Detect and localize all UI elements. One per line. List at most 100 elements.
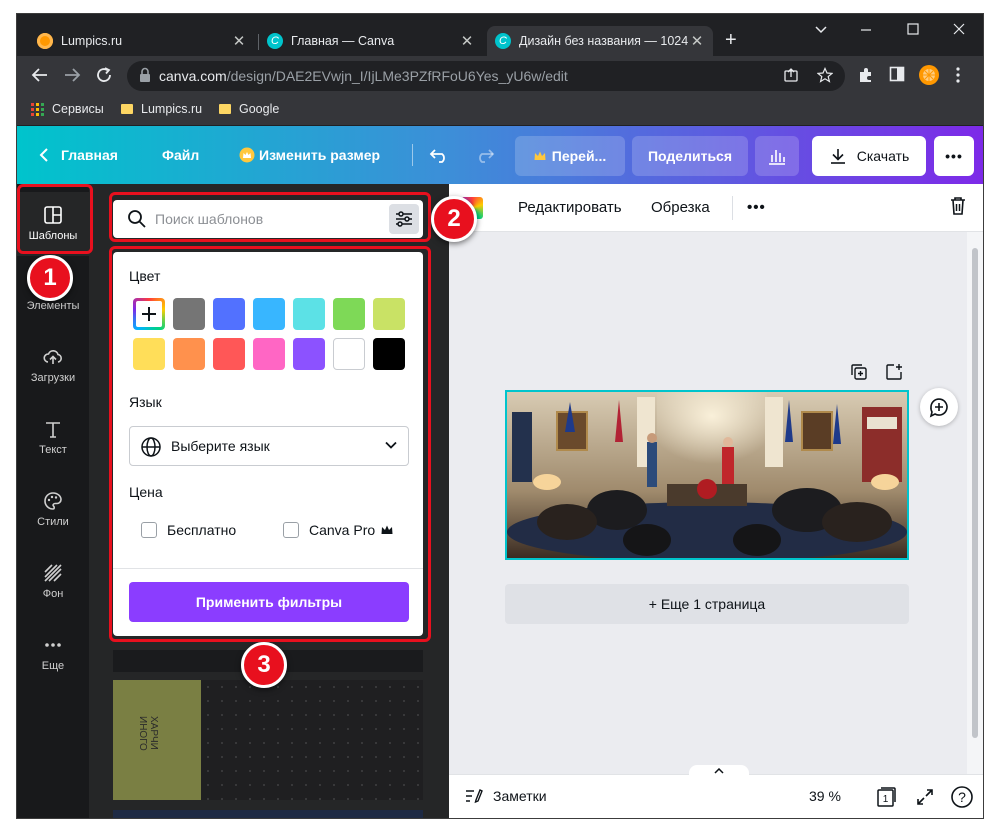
template-thumbnail[interactable]	[201, 680, 423, 800]
resize-button[interactable]: Изменить размер	[239, 126, 380, 184]
resize-label: Изменить размер	[259, 147, 381, 163]
bookmark-star-icon[interactable]	[816, 67, 834, 87]
rail-item-background[interactable]: Фон	[17, 552, 89, 616]
close-tab-icon[interactable]: ✕	[689, 32, 705, 50]
design-image[interactable]	[505, 390, 909, 560]
new-tab-button[interactable]: +	[725, 30, 737, 50]
browser-menu-kebab-icon[interactable]	[955, 66, 961, 88]
bookmark-label: Google	[239, 102, 280, 116]
template-thumbnail[interactable]	[113, 810, 423, 818]
upgrade-button[interactable]: Перей...	[515, 136, 625, 176]
rail-label: Фон	[42, 588, 64, 600]
bookmarks-bar: Сервисы Lumpics.ru Google	[17, 96, 983, 126]
annotation-badge-1: 1	[27, 255, 73, 301]
share-button[interactable]: Поделиться	[632, 136, 748, 176]
bookmark-google[interactable]: Google	[219, 102, 279, 116]
tab-lumpics[interactable]: Lumpics.ru ✕	[29, 26, 255, 56]
bookmark-lumpics[interactable]: Lumpics.ru	[121, 102, 202, 116]
canva-favicon-icon: C	[495, 33, 511, 49]
add-page-icon[interactable]	[884, 362, 904, 382]
rail-label: Загрузки	[30, 372, 76, 384]
rail-item-uploads[interactable]: Загрузки	[17, 336, 89, 400]
help-button[interactable]: ?	[948, 783, 976, 811]
canva-favicon-icon: C	[267, 33, 283, 49]
close-tab-icon[interactable]: ✕	[459, 32, 475, 50]
minimize-icon[interactable]	[859, 22, 873, 39]
annotation-badge-2: 2	[431, 196, 477, 242]
more-dots-icon: •••	[945, 148, 963, 164]
rail-label: Стили	[37, 516, 69, 528]
header-divider	[412, 144, 413, 166]
profile-avatar[interactable]	[918, 64, 940, 90]
folder-icon	[121, 104, 133, 114]
notes-button[interactable]: Заметки	[493, 788, 547, 804]
edit-image-button[interactable]: Редактировать	[518, 199, 622, 216]
share-page-icon[interactable]	[783, 67, 799, 87]
bookmark-label: Lumpics.ru	[141, 102, 203, 116]
scrollbar-thumb[interactable]	[972, 248, 978, 738]
reload-icon[interactable]	[95, 66, 113, 88]
tab-canva-home[interactable]: C Главная — Canva ✕	[259, 26, 483, 56]
redo-icon[interactable]	[475, 126, 495, 184]
home-back-button[interactable]: Главная	[39, 126, 118, 184]
rail-item-more[interactable]: Еще	[17, 624, 89, 688]
bookmark-services[interactable]: Сервисы	[31, 102, 104, 116]
download-button[interactable]: Скачать	[812, 136, 926, 176]
trash-icon[interactable]	[949, 196, 967, 220]
lumpics-favicon-icon	[37, 33, 53, 49]
apps-grid-icon	[31, 102, 44, 116]
annotation-box-templates	[17, 184, 93, 254]
back-arrow-icon[interactable]	[31, 66, 49, 88]
tab-search-chevron-icon[interactable]	[814, 22, 828, 39]
more-dots-icon[interactable]: •••	[747, 199, 766, 216]
toolbar-divider	[732, 196, 733, 220]
extensions-puzzle-icon[interactable]	[857, 66, 875, 88]
download-label: Скачать	[856, 148, 910, 164]
share-label: Поделиться	[647, 148, 733, 164]
duplicate-page-icon[interactable]	[849, 362, 869, 382]
tab-title: Дизайн без названия — 1024	[519, 34, 689, 48]
lock-icon	[139, 67, 151, 86]
address-bar[interactable]: canva.com/design/DAE2EVwjn_I/IjLMe3PZfRF…	[127, 61, 845, 91]
more-options-button[interactable]: •••	[934, 136, 974, 176]
maximize-icon[interactable]	[906, 22, 920, 39]
side-panel-icon[interactable]	[889, 66, 905, 86]
chevron-left-icon	[39, 148, 48, 162]
zoom-level[interactable]: 39 %	[809, 788, 841, 804]
vertical-scrollbar[interactable]	[967, 232, 983, 774]
rail-item-styles[interactable]: Стили	[17, 480, 89, 544]
close-tab-icon[interactable]: ✕	[231, 32, 247, 50]
page-number: 1	[883, 794, 889, 805]
crown-icon	[239, 147, 255, 163]
folder-icon	[219, 104, 231, 114]
tab-strip: Lumpics.ru ✕ C Главная — Canva ✕ C Дизай…	[17, 14, 983, 56]
rail-item-text[interactable]: Текст	[17, 408, 89, 472]
url-text: canva.com/design/DAE2EVwjn_I/IjLMe3PZfRF…	[159, 68, 568, 84]
annotation-badge-3: 3	[241, 642, 287, 688]
comment-add-icon[interactable]	[920, 388, 958, 426]
uploads-cloud-icon	[43, 350, 62, 364]
file-menu-button[interactable]: Файл	[162, 126, 199, 184]
annotation-box-filters	[109, 246, 431, 642]
insights-chart-icon[interactable]	[755, 136, 799, 176]
editor-footer: Заметки 39 % 1 ?	[449, 765, 983, 818]
annotation-box-search	[109, 192, 431, 242]
close-window-icon[interactable]	[952, 22, 966, 39]
background-hatch-icon	[44, 564, 62, 582]
template-thumbnail[interactable]: ХАРЧИ ИНОГО	[113, 680, 201, 800]
crown-icon	[534, 151, 546, 160]
forward-arrow-icon[interactable]	[63, 66, 81, 88]
more-pages-button[interactable]: + Еще 1 страница	[505, 584, 909, 624]
fullscreen-expand-icon[interactable]	[915, 787, 935, 810]
help-icon: ?	[951, 786, 973, 808]
undo-icon[interactable]	[429, 126, 449, 184]
page-count-button[interactable]: 1	[875, 786, 897, 811]
notes-icon[interactable]	[463, 786, 483, 809]
tab-design-active[interactable]: C Дизайн без названия — 1024 ✕	[487, 26, 713, 56]
bookmark-label: Сервисы	[52, 102, 104, 116]
oval-office-photo	[507, 392, 907, 558]
crop-button[interactable]: Обрезка	[651, 199, 710, 216]
styles-palette-icon	[44, 492, 62, 510]
show-pages-chevron-up-icon[interactable]	[689, 765, 749, 777]
rail-label: Еще	[41, 660, 65, 672]
